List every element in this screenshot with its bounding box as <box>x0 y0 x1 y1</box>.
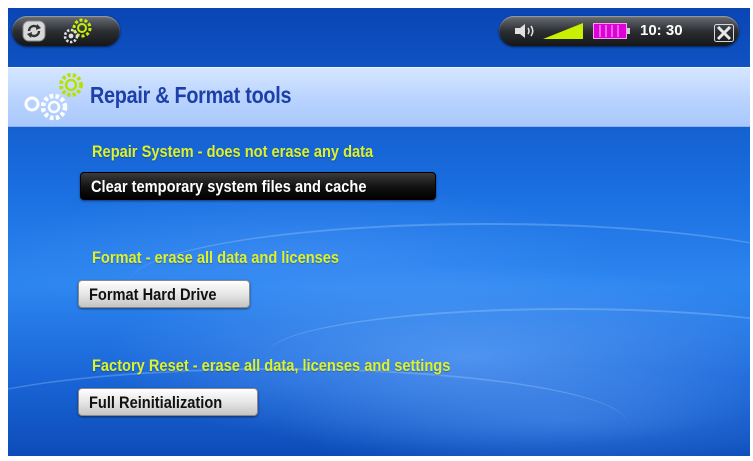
clear-cache-button-label: Clear temporary system files and cache <box>91 177 367 196</box>
system-status-pill <box>499 16 739 46</box>
clock: 10: 30 <box>640 22 683 39</box>
page-title: Repair & Format tools <box>90 82 292 108</box>
tools-gear-icon[interactable] <box>62 16 98 46</box>
format-label: Format - erase all data and licenses <box>92 248 340 267</box>
device-screen: 10: 30 Repair & Format tools Repair Syst… <box>8 8 750 456</box>
status-bar: 10: 30 <box>8 8 750 60</box>
volume-icon[interactable] <box>513 22 539 40</box>
page-header: Repair & Format tools <box>8 67 750 127</box>
clear-cache-button[interactable]: Clear temporary system files and cache <box>80 172 436 200</box>
full-reinitialization-button-label: Full Reinitialization <box>89 393 223 412</box>
format-hard-drive-button[interactable]: Format Hard Drive <box>78 280 250 308</box>
refresh-icon[interactable] <box>20 18 48 44</box>
repair-system-label: Repair System - does not erase any data <box>92 142 374 161</box>
app-switcher-pill[interactable] <box>12 16 120 46</box>
format-hard-drive-button-label: Format Hard Drive <box>89 285 217 304</box>
close-icon[interactable] <box>714 24 734 42</box>
signal-level-icon <box>543 23 583 39</box>
full-reinitialization-button[interactable]: Full Reinitialization <box>78 388 258 416</box>
gears-icon <box>24 73 83 121</box>
factory-reset-label: Factory Reset - erase all data, licenses… <box>92 356 451 375</box>
battery-icon <box>593 23 630 39</box>
